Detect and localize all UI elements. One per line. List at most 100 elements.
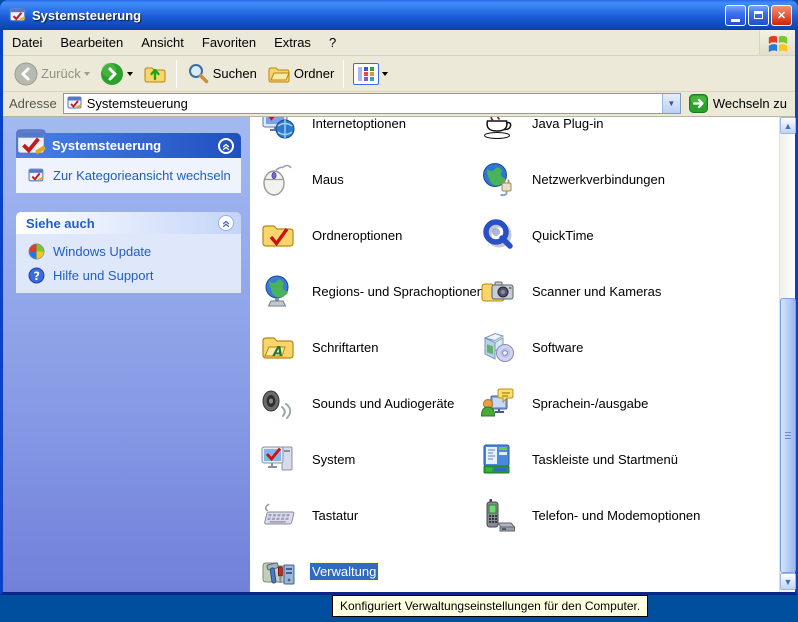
network-connections-icon bbox=[478, 159, 518, 199]
taskbar-icon bbox=[478, 439, 518, 479]
scrollbar-thumb[interactable] bbox=[780, 298, 796, 573]
cp-item-scanner-und-kameras[interactable]: Scanner und Kameras bbox=[478, 269, 663, 313]
windows-update-icon bbox=[28, 243, 45, 260]
help-icon: ? bbox=[28, 267, 45, 284]
scanners-cameras-icon bbox=[478, 271, 518, 311]
sidebar-link-category-view[interactable]: Zur Kategorieansicht wechseln bbox=[28, 167, 233, 184]
views-button[interactable] bbox=[348, 63, 393, 85]
chevron-double-up-icon bbox=[221, 141, 231, 151]
cp-item-internetoptionen[interactable]: Internetoptionen bbox=[258, 117, 408, 145]
cp-item-tastatur[interactable]: Tastatur bbox=[258, 493, 360, 537]
sidebar-link-windows-update[interactable]: Windows Update bbox=[28, 243, 233, 260]
software-icon bbox=[478, 327, 518, 367]
panel-title: Systemsteuerung bbox=[52, 138, 161, 153]
forward-dropdown-icon[interactable] bbox=[127, 72, 133, 79]
menu-bar: DateiBearbeitenAnsichtFavoritenExtras? bbox=[3, 30, 795, 56]
scroll-up-button[interactable]: ▲ bbox=[780, 117, 796, 134]
title-bar[interactable]: Systemsteuerung ✕ bbox=[0, 0, 798, 30]
address-label: Adresse bbox=[9, 96, 57, 111]
up-folder-icon bbox=[143, 62, 167, 86]
views-dropdown-icon[interactable] bbox=[382, 72, 388, 79]
address-bar: Adresse Systemsteuerung ▼ Wechseln zu bbox=[3, 92, 795, 117]
window-title: Systemsteuerung bbox=[32, 8, 141, 23]
cp-item-sounds-und-audioger-te[interactable]: Sounds und Audiogeräte bbox=[258, 381, 456, 425]
cp-item-ordneroptionen[interactable]: Ordneroptionen bbox=[258, 213, 404, 257]
control-panel-icon bbox=[28, 167, 45, 184]
tooltip: Konfiguriert Verwaltungseinstellungen fü… bbox=[332, 595, 648, 617]
task-pane: Systemsteuerung Zur Kategorieansicht wec… bbox=[3, 117, 250, 592]
back-button[interactable]: Zurück bbox=[9, 62, 95, 86]
forward-button[interactable] bbox=[95, 62, 138, 86]
control-panel-icon bbox=[9, 6, 27, 24]
mouse-icon bbox=[258, 159, 298, 199]
main-region: Systemsteuerung Zur Kategorieansicht wec… bbox=[3, 117, 795, 592]
back-icon bbox=[14, 62, 38, 86]
cp-item-netzwerkverbindungen[interactable]: Netzwerkverbindungen bbox=[478, 157, 667, 201]
explorer-window: Systemsteuerung ✕ DateiBearbeitenAnsicht… bbox=[0, 0, 798, 595]
system-icon bbox=[258, 439, 298, 479]
cp-item-telefon-und-modemoptionen[interactable]: Telefon- und Modemoptionen bbox=[478, 493, 702, 537]
cp-item-maus[interactable]: Maus bbox=[258, 157, 346, 201]
cp-item-regions-und-sprachoptionen[interactable]: Regions- und Sprachoptionen bbox=[258, 269, 486, 313]
folders-button[interactable]: Ordner bbox=[262, 62, 339, 86]
maximize-button[interactable] bbox=[748, 5, 769, 26]
sidebar-link-hilfe-und-support[interactable]: ? Hilfe und Support bbox=[28, 267, 233, 284]
internet-options-icon bbox=[258, 117, 298, 143]
search-button[interactable]: Suchen bbox=[181, 62, 262, 86]
windows-flag-icon bbox=[767, 32, 789, 54]
go-label: Wechseln zu bbox=[713, 96, 787, 111]
close-icon: ✕ bbox=[777, 9, 786, 22]
cp-item-java-plug-in[interactable]: Java Plug-in bbox=[478, 117, 606, 145]
cp-item-verwaltung[interactable]: Verwaltung bbox=[258, 549, 378, 592]
see-also-panel: Siehe auch Windows Update ? Hilfe und Su… bbox=[16, 212, 241, 293]
vertical-scrollbar[interactable]: ▲ ▼ bbox=[779, 117, 795, 592]
svg-text:?: ? bbox=[34, 270, 40, 283]
up-button[interactable] bbox=[138, 62, 172, 86]
menu-item-extras[interactable]: Extras bbox=[265, 30, 320, 55]
forward-icon bbox=[100, 62, 124, 86]
menu-item-favoriten[interactable]: Favoriten bbox=[193, 30, 265, 55]
panel-title: Siehe auch bbox=[26, 216, 95, 231]
admin-tools-icon bbox=[258, 551, 298, 591]
go-button[interactable]: Wechseln zu bbox=[681, 94, 791, 113]
java-icon bbox=[478, 117, 518, 143]
menu-item-bearbeiten[interactable]: Bearbeiten bbox=[51, 30, 132, 55]
control-panel-icon bbox=[67, 95, 83, 111]
maximize-icon bbox=[754, 11, 763, 19]
search-icon bbox=[186, 62, 210, 86]
menu-item-ansicht[interactable]: Ansicht bbox=[132, 30, 193, 55]
back-dropdown-icon[interactable] bbox=[84, 72, 90, 79]
search-label: Suchen bbox=[213, 66, 257, 81]
views-grid-icon bbox=[357, 66, 375, 82]
cp-item-sprachein-ausgabe[interactable]: Sprachein-/ausgabe bbox=[478, 381, 650, 425]
cp-item-quicktime[interactable]: QuickTime bbox=[478, 213, 596, 257]
address-combobox[interactable]: Systemsteuerung ▼ bbox=[63, 93, 681, 114]
back-label: Zurück bbox=[41, 66, 81, 81]
collapse-panel-button[interactable] bbox=[218, 215, 234, 231]
cp-item-schriftarten[interactable]: A Schriftarten bbox=[258, 325, 380, 369]
control-panel-item-list: Internetoptionen Maus Ordneroptionen Reg… bbox=[250, 117, 779, 592]
windows-logo bbox=[759, 30, 795, 55]
go-icon bbox=[689, 94, 708, 113]
cp-item-software[interactable]: Software bbox=[478, 325, 585, 369]
folders-icon bbox=[267, 62, 291, 86]
address-dropdown-button[interactable]: ▼ bbox=[662, 94, 680, 113]
control-panel-big-icon bbox=[15, 126, 49, 160]
toolbar-separator bbox=[343, 60, 344, 88]
collapse-panel-button[interactable] bbox=[218, 138, 234, 154]
minimize-icon bbox=[731, 19, 740, 22]
folders-label: Ordner bbox=[294, 66, 334, 81]
fonts-icon: A bbox=[258, 327, 298, 367]
svg-text:A: A bbox=[272, 345, 283, 360]
regional-options-icon bbox=[258, 271, 298, 311]
cp-item-taskleiste-und-startmen[interactable]: Taskleiste und Startmenü bbox=[478, 437, 680, 481]
control-panel-panel: Systemsteuerung Zur Kategorieansicht wec… bbox=[16, 133, 241, 193]
menu-item-help[interactable]: ? bbox=[320, 30, 345, 55]
toolbar-separator bbox=[176, 60, 177, 88]
cp-item-system[interactable]: System bbox=[258, 437, 357, 481]
menu-item-datei[interactable]: Datei bbox=[3, 30, 51, 55]
close-button[interactable]: ✕ bbox=[771, 5, 792, 26]
scroll-down-button[interactable]: ▼ bbox=[780, 573, 796, 590]
minimize-button[interactable] bbox=[725, 5, 746, 26]
sidebar-link-label: Zur Kategorieansicht wechseln bbox=[53, 168, 231, 183]
